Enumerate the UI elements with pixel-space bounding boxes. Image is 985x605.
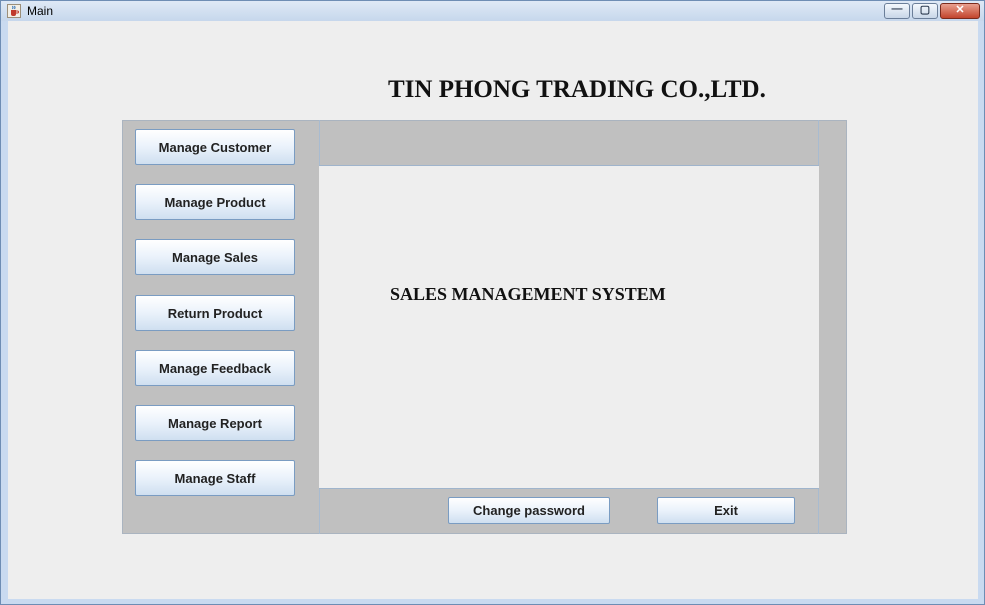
manage-sales-button[interactable]: Manage Sales	[135, 239, 295, 275]
return-product-button[interactable]: Return Product	[135, 295, 295, 331]
main-window: Main — ▢ ✕ TIN PHONG TRADING CO.,LTD. SA…	[0, 0, 985, 605]
java-cup-icon	[7, 4, 21, 18]
minimize-icon: —	[891, 3, 903, 15]
minimize-button[interactable]: —	[884, 3, 910, 19]
change-password-button[interactable]: Change password	[448, 497, 610, 524]
system-title: SALES MANAGEMENT SYSTEM	[390, 284, 666, 304]
maximize-button[interactable]: ▢	[912, 3, 938, 19]
manage-staff-button[interactable]: Manage Staff	[135, 460, 295, 496]
company-name: TIN PHONG TRADING CO.,LTD.	[388, 76, 766, 103]
close-icon: ✕	[955, 4, 965, 16]
exit-button[interactable]: Exit	[657, 497, 795, 524]
manage-report-button[interactable]: Manage Report	[135, 405, 295, 441]
manage-product-button[interactable]: Manage Product	[135, 184, 295, 220]
manage-customer-button[interactable]: Manage Customer	[135, 129, 295, 165]
client-area: TIN PHONG TRADING CO.,LTD. SALES MANAGEM…	[8, 21, 978, 599]
close-button[interactable]: ✕	[940, 3, 980, 19]
window-title: Main	[27, 4, 54, 18]
title-bar[interactable]: Main — ▢ ✕	[1, 1, 984, 21]
maximize-icon: ▢	[919, 4, 931, 16]
manage-feedback-button[interactable]: Manage Feedback	[135, 350, 295, 386]
content-area	[319, 165, 819, 489]
